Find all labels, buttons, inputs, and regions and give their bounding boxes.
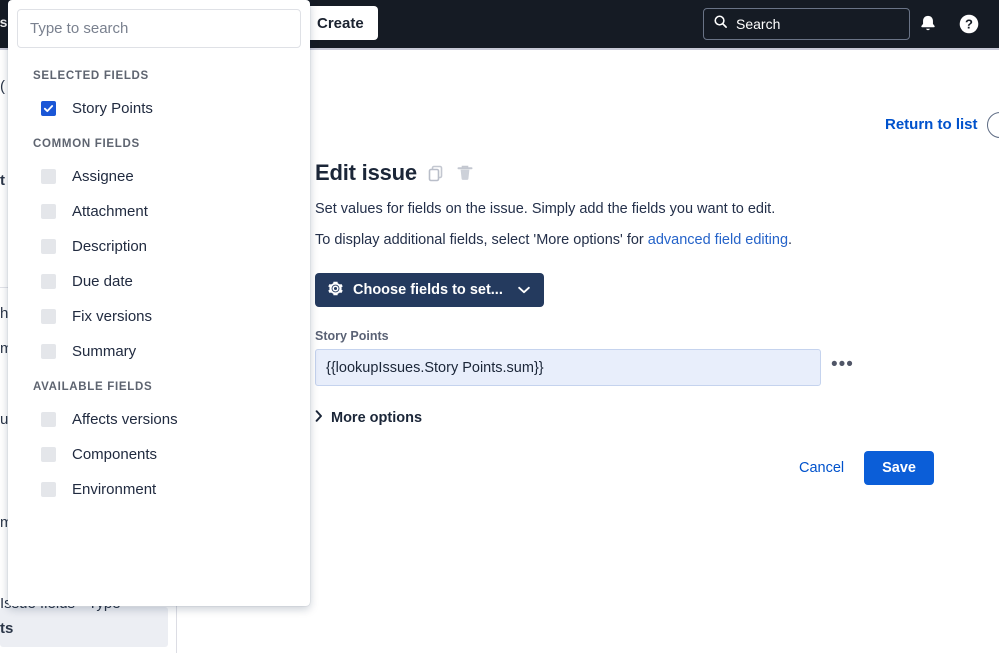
checkbox-unchecked-icon[interactable] bbox=[41, 447, 56, 462]
sidebar-highlighted-row[interactable] bbox=[0, 607, 168, 647]
chevron-right-icon bbox=[315, 410, 323, 426]
field-list-item-label: Due date bbox=[72, 273, 133, 290]
checkbox-unchecked-icon[interactable] bbox=[41, 274, 56, 289]
checkbox-checked-icon[interactable] bbox=[41, 101, 56, 116]
field-list: SELECTED FIELDS Story Points COMMON FIELDS… bbox=[8, 48, 310, 507]
advanced-field-editing-link[interactable]: advanced field editing bbox=[648, 232, 788, 248]
background-text-fragment: ( bbox=[0, 78, 5, 95]
form-actions: Cancel Save bbox=[315, 451, 934, 485]
field-list-item[interactable]: Description bbox=[8, 229, 310, 264]
search-icon bbox=[713, 14, 728, 34]
field-list-item-label: Fix versions bbox=[72, 308, 152, 325]
story-points-input[interactable] bbox=[315, 349, 821, 386]
ellipsis-more-icon[interactable]: ••• bbox=[831, 355, 854, 380]
field-section-title: COMMON FIELDS bbox=[8, 126, 310, 159]
app-root: (thmuamIssue fields - Typets Return to l… bbox=[0, 0, 999, 653]
field-list-item-label: Summary bbox=[72, 343, 136, 360]
field-list-item[interactable]: Environment bbox=[8, 472, 310, 507]
field-list-item-label: Environment bbox=[72, 481, 156, 498]
gear-settings-icon bbox=[327, 280, 344, 301]
field-list-item-label: Affects versions bbox=[72, 411, 178, 428]
create-button[interactable]: Create bbox=[303, 6, 378, 40]
topnav-left-text: rs bbox=[0, 14, 8, 30]
field-section-title: SELECTED FIELDS bbox=[8, 58, 310, 91]
more-options-label: More options bbox=[331, 410, 422, 426]
description-line-2: To display additional fields, select 'Mo… bbox=[315, 231, 935, 251]
field-list-item[interactable]: Attachment bbox=[8, 194, 310, 229]
field-list-item[interactable]: Summary bbox=[8, 334, 310, 369]
field-picker-dropdown: SELECTED FIELDS Story Points COMMON FIELDS… bbox=[8, 0, 310, 606]
copy-icon[interactable] bbox=[426, 163, 446, 183]
checkbox-unchecked-icon[interactable] bbox=[41, 169, 56, 184]
field-list-item[interactable]: Components bbox=[8, 437, 310, 472]
page-title: Edit issue bbox=[315, 160, 417, 186]
choose-fields-label: Choose fields to set... bbox=[353, 282, 503, 298]
story-points-field-label: Story Points bbox=[315, 329, 935, 343]
global-search-field[interactable]: Search bbox=[703, 8, 910, 40]
field-list-item[interactable]: Affects versions bbox=[8, 402, 310, 437]
notifications-bell-icon[interactable] bbox=[916, 12, 940, 36]
svg-text:?: ? bbox=[965, 17, 973, 32]
help-question-icon[interactable]: ? bbox=[956, 11, 982, 37]
checkbox-unchecked-icon[interactable] bbox=[41, 204, 56, 219]
description-prefix: To display additional fields, select 'Mo… bbox=[315, 232, 648, 248]
field-list-item-label: Attachment bbox=[72, 203, 148, 220]
field-list-item[interactable]: Fix versions bbox=[8, 299, 310, 334]
field-list-item-label: Story Points bbox=[72, 100, 153, 117]
checkbox-unchecked-icon[interactable] bbox=[41, 482, 56, 497]
background-text-fragment: t bbox=[0, 172, 5, 189]
checkbox-unchecked-icon[interactable] bbox=[41, 309, 56, 324]
save-button[interactable]: Save bbox=[864, 451, 934, 485]
field-list-item[interactable]: Due date bbox=[8, 264, 310, 299]
dropdown-search-wrap bbox=[8, 0, 310, 48]
description-line-1: Set values for fields on the issue. Simp… bbox=[315, 200, 935, 220]
page-title-row: Edit issue bbox=[315, 160, 935, 186]
field-search-input[interactable] bbox=[17, 9, 301, 48]
field-list-item[interactable]: Assignee bbox=[8, 159, 310, 194]
description-suffix: . bbox=[788, 232, 792, 248]
checkbox-unchecked-icon[interactable] bbox=[41, 239, 56, 254]
checkbox-unchecked-icon[interactable] bbox=[41, 344, 56, 359]
choose-fields-button[interactable]: Choose fields to set... bbox=[315, 273, 544, 307]
chevron-down-icon bbox=[518, 282, 530, 298]
field-list-item-label: Components bbox=[72, 446, 157, 463]
field-list-item-label: Description bbox=[72, 238, 147, 255]
cancel-button[interactable]: Cancel bbox=[789, 452, 854, 484]
story-points-field-row: ••• bbox=[315, 349, 935, 386]
edit-issue-panel: Edit issue Set values for fields on the … bbox=[315, 160, 935, 485]
field-section-title: AVAILABLE FIELDS bbox=[8, 369, 310, 402]
more-options-toggle[interactable]: More options bbox=[315, 410, 422, 426]
field-list-item-label: Assignee bbox=[72, 168, 134, 185]
trash-delete-icon[interactable] bbox=[455, 163, 475, 183]
global-search-label: Search bbox=[736, 16, 780, 32]
background-text-fragment: ts bbox=[0, 620, 13, 637]
checkbox-unchecked-icon[interactable] bbox=[41, 412, 56, 427]
field-list-item[interactable]: Story Points bbox=[8, 91, 310, 126]
